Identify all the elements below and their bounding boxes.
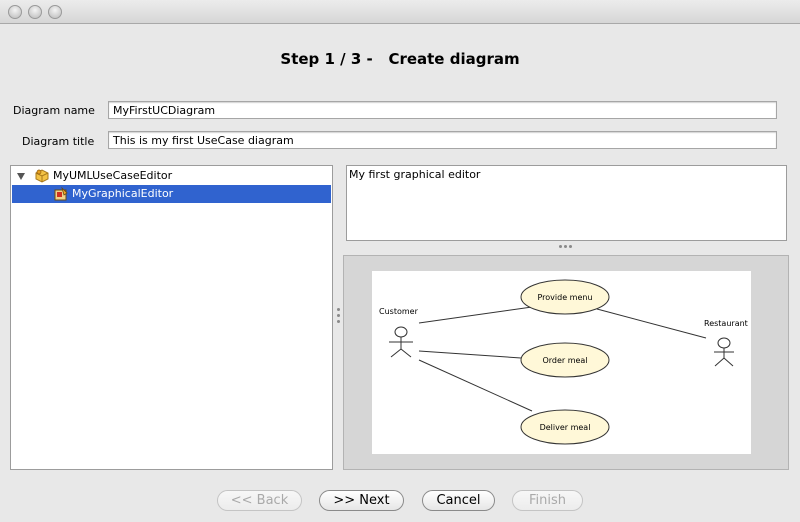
close-window-button[interactable]: [8, 5, 22, 19]
editor-description: My first graphical editor: [346, 165, 787, 241]
association-line: [418, 350, 522, 359]
disclosure-triangle-icon[interactable]: [17, 173, 25, 180]
use-case-deliver-meal: Deliver meal: [520, 409, 610, 445]
association-line: [418, 359, 533, 412]
use-case-label: Provide menu: [537, 293, 592, 302]
actor-customer: Customer: [379, 307, 419, 358]
back-button[interactable]: << Back: [217, 490, 302, 511]
next-button[interactable]: >> Next: [319, 490, 404, 511]
cancel-button[interactable]: Cancel: [422, 490, 495, 511]
use-case-order-meal: Order meal: [520, 342, 610, 378]
zoom-window-button[interactable]: [48, 5, 62, 19]
use-case-diagram: Customer Restaurant Provide menu Order m…: [379, 279, 748, 445]
package-icon: [35, 169, 49, 183]
diagram-title-label: Diagram title: [22, 135, 95, 148]
actor-restaurant: Restaurant: [704, 319, 748, 367]
association-line: [418, 306, 533, 324]
tree-item-graphical-editor[interactable]: MyGraphicalEditor: [12, 185, 331, 203]
step-counter: Step 1 / 3 -: [280, 50, 373, 68]
diagram-title-field[interactable]: This is my first UseCase diagram: [108, 131, 777, 149]
actor-label: Restaurant: [704, 319, 748, 328]
tree-item-root[interactable]: MyUMLUseCaseEditor: [12, 167, 331, 185]
diagram-preview-canvas: Customer Restaurant Provide menu Order m…: [372, 271, 751, 454]
minimize-window-button[interactable]: [28, 5, 42, 19]
actor-label: Customer: [379, 307, 419, 316]
use-case-label: Deliver meal: [540, 423, 591, 432]
use-case-label: Order meal: [542, 356, 587, 365]
diagram-name-label: Diagram name: [13, 104, 95, 117]
tree-item-root-label: MyUMLUseCaseEditor: [53, 169, 173, 182]
graphical-editor-icon: [54, 186, 68, 201]
step-name: Create diagram: [388, 50, 520, 68]
window-titlebar: [0, 0, 800, 24]
finish-button[interactable]: Finish: [512, 490, 583, 511]
association-line: [596, 308, 707, 339]
editor-tree[interactable]: MyUMLUseCaseEditor MyGraphicalEditor: [10, 165, 333, 470]
wizard-step-title: Step 1 / 3 - Create diagram: [0, 50, 800, 68]
use-case-provide-menu: Provide menu: [520, 279, 610, 315]
diagram-name-field[interactable]: MyFirstUCDiagram: [108, 101, 777, 119]
tree-item-child-label: MyGraphicalEditor: [72, 187, 174, 200]
